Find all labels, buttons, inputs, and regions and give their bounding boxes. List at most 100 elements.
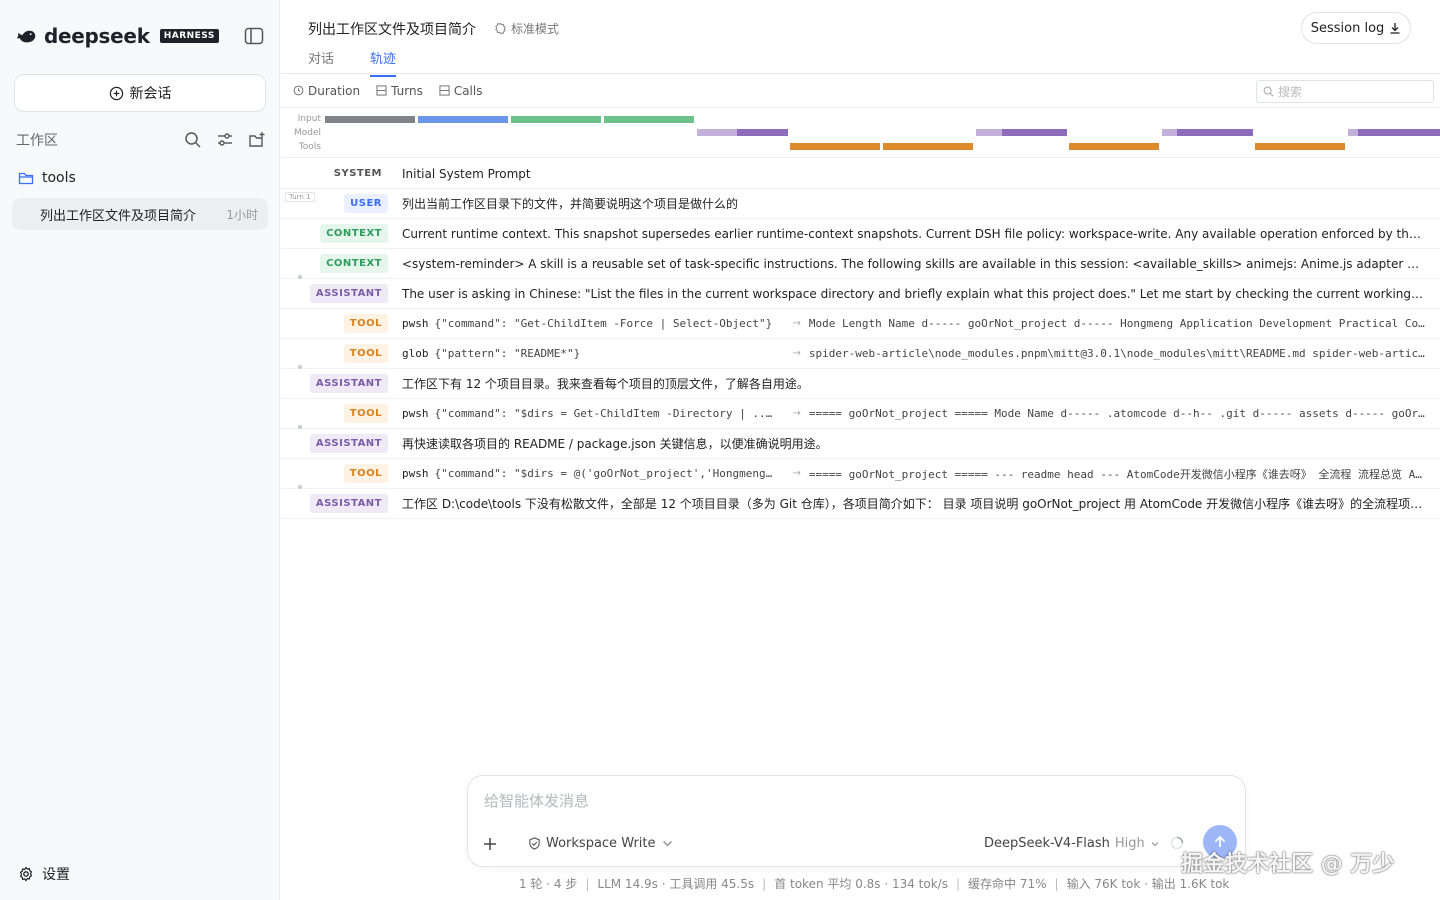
- mode-indicator[interactable]: 标准模式: [494, 20, 559, 37]
- add-attachment-button[interactable]: [480, 834, 500, 854]
- tool-args: {"command": "$dirs = @('goOrNot_project'…: [434, 467, 775, 480]
- trace-row[interactable]: SYSTEM Initial System Prompt: [281, 159, 1440, 189]
- trace-row[interactable]: CONTEXT Current runtime context. This sn…: [281, 219, 1440, 249]
- timeline-tool-bar[interactable]: [1069, 143, 1159, 150]
- trace-row[interactable]: TOOL pwsh {"command": "$dirs = @('goOrNo…: [281, 459, 1440, 489]
- trace-row[interactable]: ASSISTANT 工作区下有 12 个项目目录。我来查看每个项目的顶层文件，了…: [281, 365, 1440, 399]
- add-folder-icon[interactable]: [248, 131, 266, 149]
- timeline-model-bar[interactable]: [737, 129, 788, 136]
- plus-circle-icon: [109, 86, 123, 100]
- timeline-input-bar[interactable]: [325, 116, 415, 123]
- main-panel: 列出工作区文件及项目简介 标准模式 Session log 对话 轨迹 Dura…: [281, 0, 1440, 900]
- duration-toggle[interactable]: Duration: [293, 84, 360, 98]
- clock-icon: [293, 85, 304, 96]
- tool-result: Mode Length Name d----- goOrNot_project …: [808, 317, 1426, 330]
- session-log-label: Session log: [1310, 20, 1385, 36]
- timeline-label-input: Input: [297, 114, 321, 124]
- trace-row[interactable]: TOOL pwsh {"command": "Get-ChildItem -Fo…: [281, 309, 1440, 339]
- workspace-title: 工作区: [16, 133, 58, 149]
- timeline-input-bar[interactable]: [418, 116, 508, 123]
- timeline-model-bar[interactable]: [1348, 129, 1358, 136]
- tool-name: pwsh: [402, 317, 429, 330]
- role-badge: CONTEXT: [320, 224, 388, 243]
- role-badge: ASSISTANT: [309, 284, 388, 303]
- timeline-model-bar[interactable]: [976, 129, 1002, 136]
- timeline-tool-bar[interactable]: [1255, 143, 1345, 150]
- model-select[interactable]: DeepSeek-V4-Flash High: [984, 836, 1160, 851]
- timeline-model-bar[interactable]: [1358, 129, 1440, 136]
- row-text: The user is asking in Chinese: "List the…: [402, 286, 1426, 301]
- tool-result: ===== goOrNot_project ===== --- readme h…: [808, 467, 1426, 481]
- arrow-right-icon: →: [792, 468, 801, 479]
- shield-icon: [529, 837, 540, 850]
- trace-row[interactable]: ASSISTANT The user is asking in Chinese:…: [281, 275, 1440, 309]
- folder-name: tools: [42, 170, 76, 186]
- role-badge: ASSISTANT: [309, 374, 388, 393]
- timeline-tool-bar[interactable]: [790, 143, 880, 150]
- calls-icon: [439, 85, 450, 96]
- sidebar-toggle-icon[interactable]: [244, 27, 264, 45]
- timeline-label-model: Model: [293, 128, 321, 138]
- session-title: 列出工作区文件及项目简介: [40, 208, 197, 224]
- stat-first-token: 首 token 平均 0.8s · 134 tok/s: [774, 877, 948, 891]
- trace-row[interactable]: Turn 1 USER 列出当前工作区目录下的文件，并简要说明这个项目是做什么的: [281, 189, 1440, 219]
- trace-row[interactable]: CONTEXT <system-reminder> A skill is a r…: [281, 249, 1440, 279]
- model-level: High: [1114, 836, 1145, 851]
- workspace-folder-tools[interactable]: tools: [18, 170, 76, 186]
- workspace-header: 工作区: [16, 130, 266, 150]
- calls-label: Calls: [453, 83, 483, 98]
- sidebar: deepseek HARNESS 新会话 工作区 tools 列出工作区文件及项…: [0, 0, 280, 900]
- tool-result: ===== goOrNot_project ===== Mode Name d-…: [808, 407, 1426, 420]
- folder-icon: [18, 172, 34, 185]
- permission-label: Workspace Write: [546, 836, 656, 851]
- timeline-model-bar[interactable]: [697, 129, 737, 136]
- message-composer: Workspace Write DeepSeek-V4-Flash High: [467, 775, 1246, 867]
- role-badge: TOOL: [343, 404, 388, 423]
- page-title: 列出工作区文件及项目简介: [308, 22, 476, 38]
- settings-label: 设置: [42, 867, 70, 883]
- session-item[interactable]: 列出工作区文件及项目简介 1小时: [12, 198, 268, 230]
- chevron-down-icon: [662, 840, 672, 847]
- timeline-tool-bar[interactable]: [883, 143, 973, 150]
- session-log-button[interactable]: Session log: [1301, 12, 1411, 44]
- row-text: 工作区下有 12 个项目目录。我来查看每个项目的顶层文件，了解各自用途。: [402, 377, 809, 391]
- tool-args: {"command": "$dirs = Get-ChildItem -Dire…: [434, 407, 775, 420]
- session-time: 1小时: [226, 207, 258, 222]
- timeline-input-bar[interactable]: [511, 116, 601, 123]
- row-text: Current runtime context. This snapshot s…: [402, 226, 1426, 241]
- role-badge: TOOL: [343, 314, 388, 333]
- new-chat-button[interactable]: 新会话: [14, 74, 266, 112]
- trace-row[interactable]: TOOL glob {"pattern": "README*"} → spide…: [281, 339, 1440, 369]
- trace-search-input[interactable]: [1278, 84, 1418, 99]
- row-text: <system-reminder> A skill is a reusable …: [402, 256, 1426, 271]
- watermark: 掘金技术社区 @ 万少: [1181, 852, 1395, 877]
- timeline-model-bar[interactable]: [1177, 129, 1253, 136]
- brand: deepseek HARNESS: [16, 24, 219, 48]
- trace-row[interactable]: ASSISTANT 再快速读取各项目的 README / package.jso…: [281, 425, 1440, 459]
- arrow-right-icon: →: [792, 408, 801, 419]
- app-root: deepseek HARNESS 新会话 工作区 tools 列出工作区文件及项…: [0, 0, 1440, 900]
- row-text: 再快速读取各项目的 README / package.json 关键信息，以便准…: [402, 437, 828, 451]
- trace-row[interactable]: TOOL pwsh {"command": "$dirs = Get-Child…: [281, 399, 1440, 429]
- stat-cache: 缓存命中 71%: [968, 877, 1047, 891]
- timeline-model-bar[interactable]: [1162, 129, 1177, 136]
- message-input[interactable]: [484, 790, 1224, 814]
- trace-timeline: Input Model Tools: [281, 108, 1440, 158]
- timeline-input-bar[interactable]: [604, 116, 694, 123]
- settings-button[interactable]: 设置: [18, 864, 70, 884]
- turns-toggle[interactable]: Turns: [376, 84, 423, 98]
- calls-toggle[interactable]: Calls: [439, 83, 483, 98]
- run-stats: 1 轮 · 4 步 | LLM 14.9s · 工具调用 45.5s | 首 token…: [519, 877, 1230, 891]
- timeline-label-tools: Tools: [298, 142, 321, 152]
- step-dot: [298, 485, 302, 489]
- role-badge: ASSISTANT: [309, 434, 388, 453]
- permission-select[interactable]: Workspace Write: [528, 836, 674, 851]
- trace-row[interactable]: ASSISTANT 工作区 D:\code\tools 下没有松散文件，全部是 …: [281, 485, 1440, 519]
- timeline-model-bar[interactable]: [1002, 129, 1067, 136]
- filter-sliders-icon[interactable]: [216, 131, 234, 149]
- arrow-right-icon: →: [792, 348, 801, 359]
- search-icon: [1263, 86, 1274, 97]
- stat-turns: 1 轮 · 4 步: [519, 877, 578, 891]
- role-badge: TOOL: [343, 464, 388, 483]
- search-icon[interactable]: [184, 131, 202, 149]
